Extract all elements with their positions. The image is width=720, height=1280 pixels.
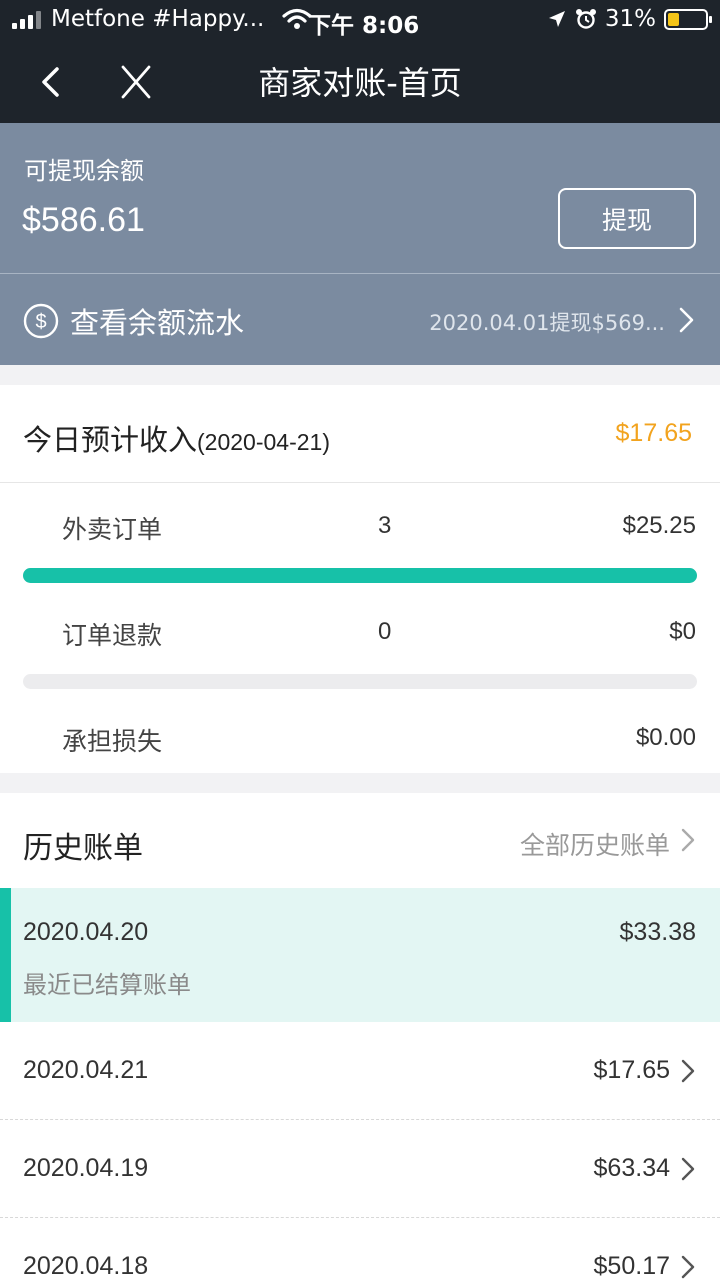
bill-date: 2020.04.18	[23, 1252, 149, 1280]
row-count: 3	[378, 512, 392, 539]
today-income-header: 今日预计收入(2020-04-21) $17.65	[0, 385, 720, 483]
refunds-bar	[23, 674, 697, 689]
bill-date: 2020.04.21	[23, 1056, 149, 1084]
row-amount: $0.00	[635, 724, 696, 751]
delivery-orders-row: 外卖订单 3 $25.25	[0, 500, 720, 560]
row-label: 订单退款	[62, 621, 163, 650]
today-income-date: (2020-04-21)	[197, 429, 330, 455]
balance-label: 可提现余额	[24, 157, 144, 185]
bill-date: 2020.04.19	[23, 1154, 149, 1182]
history-header: 历史账单 全部历史账单	[0, 793, 720, 888]
alarm-icon	[575, 9, 596, 29]
row-amount: $0	[669, 618, 696, 645]
row-label: 外卖订单	[62, 515, 163, 544]
location-icon	[548, 11, 565, 27]
latest-flow-entry: 2020.04.01提现$569...	[429, 311, 665, 335]
row-amount: $25.25	[622, 512, 696, 539]
bill-row[interactable]: 2020.04.18 $50.17	[0, 1218, 720, 1280]
carrier-name: Metfone #Happy...	[51, 6, 265, 32]
today-income-title: 今日预计收入(2020-04-21)	[23, 423, 330, 457]
row-count: 0	[378, 618, 392, 645]
chevron-right-icon	[681, 1255, 695, 1279]
bill-amount: $63.34	[593, 1154, 670, 1182]
history-section: 历史账单 全部历史账单 2020.04.20 $33.38 最近已结算账单 20…	[0, 793, 720, 1280]
today-income-section: 今日预计收入(2020-04-21) $17.65 外卖订单 3 $25.25 …	[0, 385, 720, 773]
bill-row[interactable]: 2020.04.19 $63.34	[0, 1120, 720, 1218]
bill-date: 2020.04.20	[23, 918, 149, 946]
balance-flow-link[interactable]: $ 查看余额流水 2020.04.01提现$569...	[0, 273, 720, 365]
refunds-row: 订单退款 0 $0	[0, 606, 720, 666]
balance-amount: $586.61	[22, 201, 145, 239]
withdraw-button[interactable]: 提现	[558, 188, 696, 249]
bill-amount: $33.38	[619, 918, 696, 946]
chevron-right-icon	[679, 307, 694, 333]
battery-percent: 31%	[604, 6, 656, 32]
page-title: 商家对账-首页	[258, 64, 462, 102]
history-title: 历史账单	[23, 831, 143, 866]
all-history-link[interactable]: 全部历史账单	[520, 826, 670, 862]
balance-flow-label: 查看余额流水	[70, 306, 245, 340]
delivery-orders-bar	[23, 568, 697, 583]
today-income-total: $17.65	[615, 419, 692, 447]
nav-bar: 商家对账-首页	[0, 40, 720, 123]
bill-row[interactable]: 2020.04.21 $17.65	[0, 1022, 720, 1120]
bill-note: 最近已结算账单	[23, 971, 191, 999]
row-label: 承担损失	[62, 727, 163, 756]
dollar-circle-icon: $	[23, 303, 59, 339]
chevron-right-icon	[681, 1059, 695, 1083]
bill-amount: $50.17	[593, 1252, 670, 1280]
battery-icon	[664, 8, 712, 30]
chevron-right-icon	[681, 1157, 695, 1181]
svg-text:$: $	[35, 311, 46, 333]
bill-amount: $17.65	[593, 1056, 670, 1084]
status-bar: Metfone #Happy... 下午 8:06 31%	[0, 0, 720, 40]
recent-settled-bill[interactable]: 2020.04.20 $33.38 最近已结算账单	[0, 888, 720, 1022]
losses-row: 承担损失 $0.00	[0, 712, 720, 772]
balance-panel: 可提现余额 $586.61 提现	[0, 123, 720, 273]
chevron-right-icon[interactable]	[678, 826, 698, 854]
signal-icon	[12, 9, 41, 29]
bar-fill	[23, 568, 697, 583]
status-time: 下午 8:06	[308, 13, 420, 39]
